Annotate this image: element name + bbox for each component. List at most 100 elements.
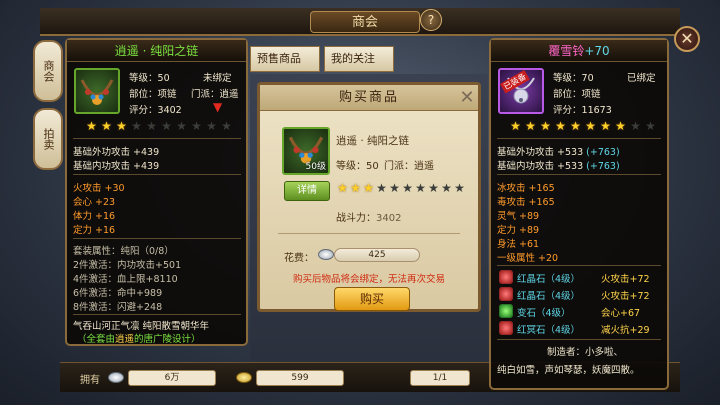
purchase-item-icon[interactable]: 50级 [282, 127, 330, 175]
right-item-enhance: +70 [584, 44, 610, 58]
right-level-label: 等级 [553, 73, 573, 84]
silver-coin-icon [108, 372, 124, 383]
red-gem-icon [499, 287, 513, 301]
cost-value: 425 [334, 248, 420, 262]
right-base-stat-1: 基础外功攻击 +533 (+763) [497, 147, 620, 158]
right-gem-3: 变石（4级） [517, 308, 571, 319]
tab-my-watchlist[interactable]: 我的关注 [324, 46, 394, 72]
left-extra-stat-3: 体力 +16 [73, 211, 116, 222]
left-set-bonus-4: 8件激活：闪避+248 [73, 302, 163, 313]
right-item-title: 覆雪铃+70 [491, 40, 667, 62]
star-empty-icon: ★ [131, 119, 142, 133]
window-title: 商会 [310, 11, 420, 33]
left-extra-stat-2: 会心 +23 [73, 197, 116, 208]
star-filled-icon: ★ [350, 181, 361, 195]
right-maker: 制造者：小多啦、 [547, 347, 624, 358]
left-star-rating: ★ ★ ★ ★ ★ ★ ★ ★ ★ ★ [85, 120, 245, 134]
left-score-label: 评分 [129, 105, 149, 116]
star-empty-icon: ★ [176, 119, 187, 133]
left-base-stat-2: 基础内功攻击 +439 [73, 161, 160, 172]
star-empty-icon: ★ [402, 181, 413, 195]
star-empty-icon: ★ [191, 119, 202, 133]
star-filled-icon: ★ [600, 119, 611, 133]
star-filled-icon: ★ [363, 181, 374, 195]
star-filled-icon: ★ [615, 119, 626, 133]
page-indicator: 1/1 [410, 370, 470, 386]
purchase-dialog: 购买商品 ✕ 50级 详情 逍遥 · 纯阳之链 等级：50 门派：逍遥 ★ ★ ★ ★… [257, 82, 481, 312]
gold-amount: 599 [256, 370, 344, 386]
star-filled-icon: ★ [570, 119, 581, 133]
right-score-value: 11673 [581, 105, 612, 116]
left-level-value: 50 [157, 73, 170, 84]
purchase-item-name: 逍遥 · 纯阳之链 [336, 135, 410, 147]
tab-presale[interactable]: 预售商品 [250, 46, 320, 72]
left-slot-value: 项链 [157, 89, 177, 100]
right-bind-status: 已绑定 [627, 73, 656, 84]
left-set-bonus-1: 2件激活：内功攻击+501 [73, 260, 182, 271]
right-gem-1-effect: 火攻击+72 [601, 274, 650, 285]
star-empty-icon: ★ [454, 181, 465, 195]
power-value: 3402 [376, 213, 402, 224]
left-extra-stat-1: 火攻击 +30 [73, 183, 125, 194]
left-extra-stat-4: 定力 +16 [73, 225, 116, 236]
right-extra-stat-3: 灵气 +89 [497, 211, 540, 222]
bind-warning: 购买后物品将会绑定，无法再次交易 [292, 274, 445, 285]
score-decrease-arrow-icon: ▼ [213, 100, 223, 114]
left-item-tooltip: 逍遥 · 纯阳之链 等级：50 未绑定 部位：项链 门派：逍遥 评分：3402 … [65, 38, 248, 346]
window-title-bar: 商会 [40, 8, 680, 36]
silver-amount: 6万 [128, 370, 216, 386]
side-tab-paimai[interactable]: 拍卖 [33, 108, 63, 170]
left-bind-status: 未绑定 [203, 73, 232, 84]
right-extra-stat-6: 一级属性 +20 [497, 253, 559, 264]
details-button[interactable]: 详情 [284, 181, 330, 201]
star-empty-icon: ★ [206, 119, 217, 133]
purchase-level-value: 50 [366, 161, 379, 172]
star-empty-icon: ★ [389, 181, 400, 195]
close-window-button[interactable]: ✕ [674, 26, 700, 52]
right-extra-stat-1: 冰攻击 +165 [497, 183, 555, 194]
right-gem-2-effect: 火攻击+72 [601, 291, 650, 302]
item-level-badge: 50级 [305, 162, 326, 172]
star-filled-icon: ★ [101, 119, 112, 133]
owned-label: 拥有 [80, 375, 100, 386]
left-item-icon [74, 68, 120, 114]
star-empty-icon: ★ [146, 119, 157, 133]
left-set-note: （全套由逍遥的唐广陵设计） [77, 334, 201, 345]
left-item-title: 逍遥 · 纯阳之链 [67, 40, 246, 62]
right-gem-2: 红晶石（4级） [517, 291, 581, 302]
right-item-name: 覆雪铃 [548, 44, 585, 58]
left-school-value: 逍遥 [219, 89, 239, 100]
gold-ingot-icon [236, 372, 252, 383]
star-filled-icon: ★ [337, 181, 348, 195]
star-empty-icon: ★ [645, 119, 656, 133]
star-filled-icon: ★ [555, 119, 566, 133]
red-gem-icon [499, 270, 513, 284]
right-gem-4: 红冥石（4级） [517, 325, 581, 336]
right-gem-4-effect: 减火抗+29 [601, 325, 650, 336]
left-set-header: 套装属性：纯阳（0/8） [73, 246, 174, 257]
star-filled-icon: ★ [116, 119, 127, 133]
star-empty-icon: ★ [441, 181, 452, 195]
side-tab-shanghui[interactable]: 商会 [33, 40, 63, 102]
right-base-stat-2: 基础内功攻击 +533 (+763) [497, 161, 620, 172]
help-button[interactable]: ? [420, 9, 442, 31]
buy-button[interactable]: 购买 [334, 287, 410, 311]
right-level-value: 70 [581, 73, 594, 84]
purchase-star-rating: ★ ★ ★ ★ ★ ★ ★ ★ ★ ★ [336, 182, 476, 196]
close-dialog-button[interactable]: ✕ [456, 87, 478, 109]
right-slot-label: 部位 [553, 89, 573, 100]
star-filled-icon: ★ [585, 119, 596, 133]
right-extra-stat-4: 定力 +89 [497, 225, 540, 236]
star-empty-icon: ★ [630, 119, 641, 133]
purchase-dialog-title: 购买商品 [260, 85, 478, 111]
right-gem-3-effect: 会心+67 [601, 308, 641, 319]
star-filled-icon: ★ [540, 119, 551, 133]
star-empty-icon: ★ [161, 119, 172, 133]
left-slot-label: 部位 [129, 89, 149, 100]
purchase-level-label: 等级： [336, 161, 366, 172]
left-score-value: 3402 [157, 105, 182, 116]
green-gem-icon [499, 304, 513, 318]
star-filled-icon: ★ [86, 119, 97, 133]
star-empty-icon: ★ [415, 181, 426, 195]
right-star-rating: ★ ★ ★ ★ ★ ★ ★ ★ ★ ★ [509, 120, 669, 134]
